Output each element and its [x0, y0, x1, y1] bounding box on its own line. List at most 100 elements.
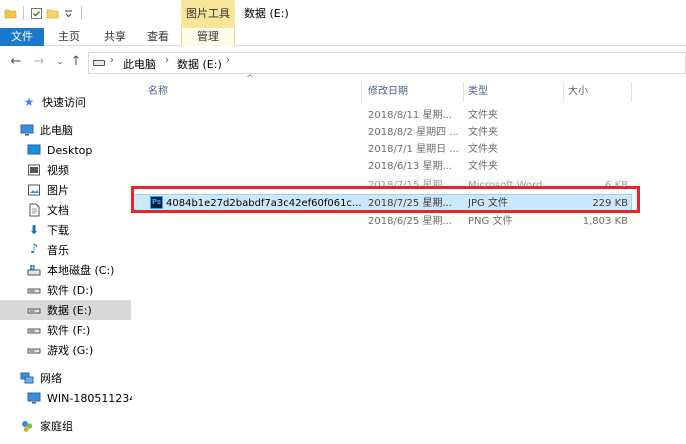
picture-folder-icon — [28, 184, 40, 196]
tab-file[interactable]: 文件 — [0, 28, 44, 46]
sidebar-item-network[interactable]: 网络 — [0, 368, 131, 388]
file-type: 文件夹 — [468, 144, 498, 155]
column-header-date[interactable]: 修改日期 — [364, 82, 464, 102]
sidebar-item-downloads[interactable]: ⬇ 下载 — [0, 220, 131, 240]
sidebar-item-drive-d[interactable]: 软件 (D:) — [0, 280, 131, 300]
sidebar-item-homegroup[interactable]: 家庭组 — [0, 416, 131, 436]
file-name — [164, 107, 360, 124]
sidebar-item-music[interactable]: ♪ 音乐 — [0, 240, 131, 260]
download-arrow-icon: ⬇ — [28, 223, 40, 237]
file-name — [164, 213, 360, 230]
star-icon: ★ — [23, 95, 35, 109]
file-size: 6 KB — [605, 180, 628, 191]
file-type: JPG 文件 — [468, 198, 508, 209]
sidebar-item-drive-c[interactable]: 本地磁盘 (C:) — [0, 260, 131, 280]
file-type: 文件夹 — [468, 161, 498, 172]
chevron-down-icon[interactable] — [62, 7, 75, 20]
windows-drive-icon — [27, 265, 41, 276]
sidebar-item-label: 音乐 — [47, 244, 69, 257]
column-header-name[interactable]: 名称 — [144, 82, 362, 102]
file-list: ^ 名称 修改日期 类型 大小 2018/8/11 星期... 文件夹 2018… — [132, 74, 686, 444]
photoshop-file-icon: Ps — [150, 196, 163, 209]
music-note-icon: ♪ — [29, 242, 39, 257]
file-type: 文件夹 — [468, 127, 498, 138]
properties-check-icon[interactable] — [30, 7, 43, 20]
title-bar: 图片工具 数据 (E:) — [0, 0, 686, 28]
table-row[interactable]: 2018/7/1 星期日 ... 文件夹 — [132, 141, 632, 158]
sidebar-item-label: 软件 (D:) — [47, 284, 94, 297]
back-arrow-icon[interactable]: ← — [8, 54, 24, 70]
file-size — [564, 124, 628, 141]
drive-icon — [27, 308, 41, 314]
file-date: 2018/6/25 星期... — [368, 216, 452, 227]
tab-home[interactable]: 主页 — [44, 28, 94, 46]
sidebar-item-videos[interactable]: 视频 — [0, 160, 131, 180]
ribbon-tabs: 文件 主页 共享 查看 管理 — [0, 28, 686, 46]
sidebar-item-drive-e[interactable]: 数据 (E:) — [0, 300, 131, 320]
sidebar-item-documents[interactable]: 文档 — [0, 200, 131, 220]
sidebar-item-drive-g[interactable]: 游戏 (G:) — [0, 340, 131, 360]
desktop-folder-icon — [27, 144, 41, 155]
sidebar-item-quick-access[interactable]: ★ 快速访问 — [0, 92, 131, 112]
sidebar-item-label: WIN-1805112349 — [47, 391, 144, 405]
file-date: 2018/7/15 星期... — [368, 180, 452, 191]
file-name — [164, 177, 360, 194]
breadcrumb-chevron-icon[interactable]: › — [226, 55, 230, 66]
file-type: 文件夹 — [468, 110, 498, 121]
sidebar-item-label: 家庭组 — [40, 420, 73, 433]
toolbar-divider — [23, 6, 24, 20]
column-header-size[interactable]: 大小 — [564, 82, 632, 102]
sidebar-item-label: 图片 — [47, 184, 69, 197]
table-row-selected[interactable]: Ps 4084b1e27d2babdf7a3c42ef60f061c... 20… — [132, 194, 632, 211]
file-name — [164, 124, 360, 141]
file-date: 2018/7/25 星期... — [368, 198, 452, 209]
drive-icon — [27, 288, 41, 294]
file-type: PNG 文件 — [468, 216, 513, 227]
network-icon — [20, 372, 34, 384]
sidebar-item-drive-f[interactable]: 软件 (F:) — [0, 320, 131, 340]
sidebar-item-label: 快速访问 — [42, 96, 86, 109]
sidebar-item-label: 文档 — [47, 204, 69, 217]
tab-share[interactable]: 共享 — [94, 28, 136, 46]
tab-manage[interactable]: 管理 — [181, 28, 235, 46]
file-size — [564, 141, 628, 158]
sidebar-item-label: 此电脑 — [40, 124, 73, 137]
recent-locations-chevron-icon[interactable]: ⌄ — [52, 54, 68, 70]
breadcrumb-this-pc[interactable]: 此电脑 — [123, 56, 156, 72]
sidebar-item-desktop[interactable]: Desktop — [0, 140, 131, 160]
up-arrow-icon[interactable]: ↑ — [68, 54, 84, 70]
forward-arrow-icon[interactable]: → — [31, 54, 47, 70]
sidebar-item-pictures[interactable]: 图片 — [0, 180, 131, 200]
table-row[interactable]: 2018/6/25 星期... PNG 文件 1,803 KB — [132, 213, 632, 230]
tab-view[interactable]: 查看 — [136, 28, 180, 46]
file-name — [164, 158, 360, 175]
drive-icon — [93, 60, 105, 66]
picture-tools-tab: 图片工具 — [181, 0, 235, 28]
sidebar-item-label: 本地磁盘 (C:) — [47, 264, 115, 277]
sidebar-item-label: 数据 (E:) — [47, 304, 92, 317]
table-row[interactable]: 2018/8/11 星期... 文件夹 — [132, 107, 632, 124]
file-name — [164, 141, 360, 158]
sidebar-item-this-pc[interactable]: 此电脑 — [0, 120, 131, 140]
drive-icon — [27, 348, 41, 354]
sidebar-item-label: 网络 — [40, 372, 62, 385]
quick-access-toolbar — [4, 6, 85, 20]
file-size: 1,803 KB — [582, 216, 628, 227]
video-folder-icon — [28, 164, 40, 176]
breadcrumb-data-drive[interactable]: 数据 (E:) — [177, 56, 222, 72]
breadcrumb-chevron-icon[interactable]: › — [165, 55, 169, 66]
sidebar-item-label: 视频 — [47, 164, 69, 177]
sidebar-item-label: Desktop — [47, 143, 93, 157]
table-row[interactable]: 2018/6/13 星期... 文件夹 — [132, 158, 632, 175]
file-date: 2018/7/1 星期日 ... — [368, 144, 459, 155]
address-bar[interactable]: › 此电脑 › 数据 (E:) › — [88, 52, 686, 74]
sidebar-item-network-computer[interactable]: WIN-1805112349 — [0, 388, 143, 408]
breadcrumb-chevron-icon[interactable]: › — [110, 55, 114, 66]
folder-icon[interactable] — [4, 7, 17, 20]
sidebar-item-label: 游戏 (G:) — [47, 344, 94, 357]
column-header-type[interactable]: 类型 — [464, 82, 564, 102]
window-title: 数据 (E:) — [244, 7, 289, 20]
new-folder-icon[interactable] — [46, 7, 59, 20]
table-row[interactable]: 2018/8/2 星期四 ... 文件夹 — [132, 124, 632, 141]
table-row[interactable]: 2018/7/15 星期... Microsoft Word ... 6 KB — [132, 177, 632, 194]
